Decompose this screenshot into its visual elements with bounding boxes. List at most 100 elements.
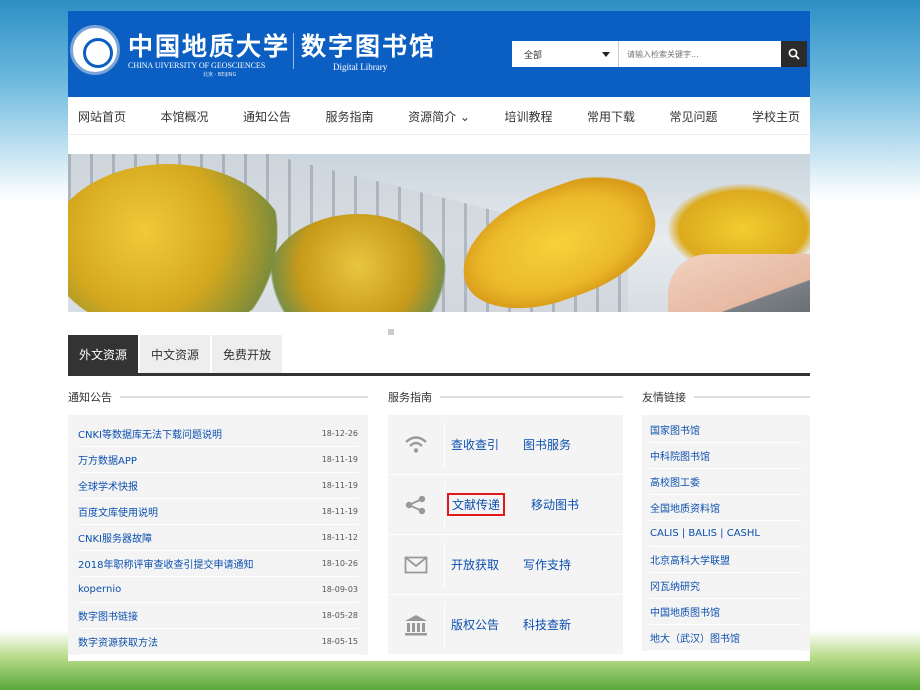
search-input[interactable] [619,41,781,67]
banner-leaf [445,158,671,312]
resource-tabs: 外文资源 中文资源 免费开放 [68,335,810,376]
notice-title[interactable]: CNKI等数据库无法下载问题说明 [78,426,222,441]
notices-heading-label[interactable]: 通知公告 [68,389,112,405]
service-document-delivery[interactable]: 文献传递 [447,493,506,516]
friend-link[interactable]: 高校图工委 [650,469,802,495]
tab-chinese-resources[interactable]: 中文资源 [140,335,211,373]
library-name-en: Digital Library [333,62,388,72]
logo-divider [293,33,294,69]
nav-service-guide[interactable]: 服务指南 [326,108,374,125]
service-writing-support[interactable]: 写作支持 [523,556,589,573]
notice-item[interactable]: 百度文库使用说明 18-11-19 [78,499,358,525]
links-column: 友情链接 国家图书馆 中科院图书馆 高校图工委 全国地质资料馆 CALIS | … [642,386,810,651]
tab-foreign-resources[interactable]: 外文资源 [68,335,139,373]
service-book-services[interactable]: 图书服务 [523,436,589,453]
friend-link[interactable]: 中科院图书馆 [650,443,802,469]
nav-training[interactable]: 培训教程 [504,108,552,125]
mail-icon [388,556,444,574]
service-row: 查收查引 图书服务 [388,415,623,475]
university-emblem-icon[interactable] [70,25,120,75]
notice-item[interactable]: kopernio 18-09-03 [78,577,358,603]
friend-link[interactable]: 中国地质图书馆 [650,599,802,625]
notice-date: 18-11-19 [321,481,358,490]
friend-link[interactable]: 北京高科大学联盟 [650,547,802,573]
notice-title[interactable]: CNKI服务器故障 [78,530,152,545]
service-open-access[interactable]: 开放获取 [451,556,517,573]
wifi-icon [388,435,444,455]
notice-item[interactable]: 全球学术快报 18-11-19 [78,473,358,499]
notice-item[interactable]: 数字资源获取方法 18-05-15 [78,629,358,655]
notice-item[interactable]: 数字图书链接 18-05-28 [78,603,358,629]
friend-link[interactable]: 冈瓦纳研究 [650,573,802,599]
friend-link[interactable]: 全国地质资料馆 [650,495,802,521]
carousel-indicator[interactable] [388,329,394,335]
friend-link[interactable]: 国家图书馆 [650,417,802,443]
notice-date: 18-05-15 [321,637,358,646]
notice-title[interactable]: kopernio [78,584,121,595]
service-row: 版权公告 科技查新 [388,595,623,655]
notice-item[interactable]: CNKI等数据库无法下载问题说明 18-12-26 [78,421,358,447]
nav-downloads[interactable]: 常用下载 [587,108,635,125]
notice-date: 18-09-03 [321,585,358,594]
notice-date: 18-05-28 [321,611,358,620]
service-row: 文献传递 移动图书 [388,475,623,535]
caret-down-icon [602,52,610,57]
heading-rule [694,396,810,398]
service-novelty-search[interactable]: 科技查新 [523,616,589,633]
notice-item[interactable]: 万方数据APP 18-11-19 [78,447,358,473]
nav-home[interactable]: 网站首页 [78,108,126,125]
notice-date: 18-10-26 [321,559,358,568]
library-homepage: 中国地质大学 CHINA UIVERSITY OF GEOSCIENCES 北京… [68,11,810,661]
notices-column: 通知公告 CNKI等数据库无法下载问题说明 18-12-26 万方数据APP 18-… [68,386,368,655]
bank-icon [388,614,444,636]
notices-heading: 通知公告 [68,386,368,408]
notice-title[interactable]: 全球学术快报 [78,478,138,493]
notice-title[interactable]: 百度文库使用说明 [78,504,158,519]
notice-title[interactable]: 万方数据APP [78,452,137,467]
service-separator [444,601,445,648]
service-grid: 查收查引 图书服务 文献传递 移动图书 开放获取 写作支持 版权公告 科技查新 [388,415,623,655]
main-nav: 网站首页 本馆概况 通知公告 服务指南 资源简介 ⌄ 培训教程 常用下载 常见问… [68,99,810,135]
search-button[interactable] [781,41,807,67]
notice-title[interactable]: 数字资源获取方法 [78,634,158,649]
notice-date: 18-11-19 [321,455,358,464]
library-name-cn: 数字图书馆 [301,32,437,61]
notice-item[interactable]: 2018年职称评审查收查引提交申请通知 18-10-26 [78,551,358,577]
service-separator [444,421,445,468]
service-citation-search[interactable]: 查收查引 [451,436,517,453]
friend-link[interactable]: CALIS | BALIS | CASHL [650,521,802,547]
tab-open-access[interactable]: 免费开放 [212,335,283,373]
notice-date: 18-11-12 [321,533,358,542]
nav-notices[interactable]: 通知公告 [243,108,291,125]
service-row: 开放获取 写作支持 [388,535,623,595]
notice-date: 18-12-26 [321,429,358,438]
services-heading-label[interactable]: 服务指南 [388,389,432,405]
notice-date: 18-11-19 [321,507,358,516]
search-scope-select[interactable]: 全部 [512,41,619,67]
service-separator [444,481,445,528]
notice-item[interactable]: CNKI服务器故障 18-11-12 [78,525,358,551]
university-name-en: CHINA UIVERSITY OF GEOSCIENCES [128,61,266,70]
notice-title[interactable]: 数字图书链接 [78,608,138,623]
links-heading-label[interactable]: 友情链接 [642,389,686,405]
university-city: 北京 · BEIJING [203,72,237,78]
search-scope-value: 全部 [524,51,543,61]
nav-school-home[interactable]: 学校主页 [752,108,800,125]
university-name-cn: 中国地质大学 [128,32,291,61]
notice-title[interactable]: 2018年职称评审查收查引提交申请通知 [78,556,253,571]
heading-rule [440,396,623,398]
nav-faq[interactable]: 常见问题 [669,108,717,125]
nav-resources[interactable]: 资源简介 ⌄ [408,108,470,125]
service-copyright-notice[interactable]: 版权公告 [451,616,517,633]
service-separator [444,541,445,588]
services-column: 服务指南 查收查引 图书服务 文献传递 移动图书 开放获取 写作支持 版权公告 … [388,386,623,655]
share-icon [388,495,444,515]
services-heading: 服务指南 [388,386,623,408]
banner-hand [668,254,810,312]
search-icon [788,48,800,60]
site-header: 中国地质大学 CHINA UIVERSITY OF GEOSCIENCES 北京… [68,11,810,97]
service-mobile-library[interactable]: 移动图书 [531,496,597,513]
nav-about[interactable]: 本馆概况 [161,108,209,125]
friend-links-list: 国家图书馆 中科院图书馆 高校图工委 全国地质资料馆 CALIS | BALIS… [642,415,810,651]
friend-link[interactable]: 地大（武汉）图书馆 [650,625,802,651]
